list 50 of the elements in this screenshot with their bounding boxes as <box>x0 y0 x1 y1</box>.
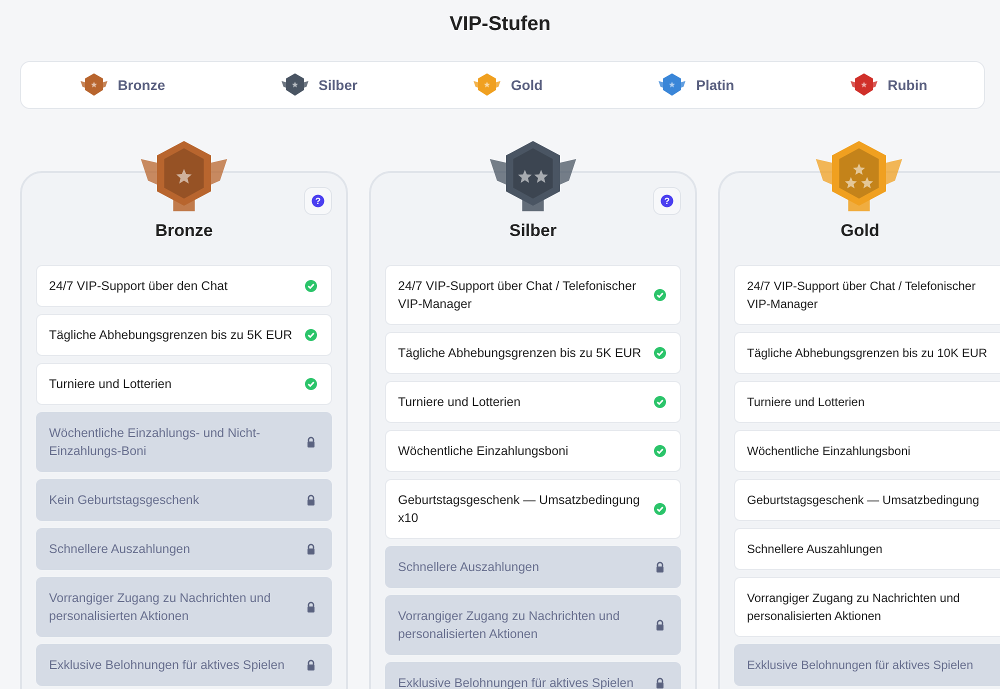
tier-tab[interactable]: Rubin <box>848 72 928 98</box>
perk-text: Exklusive Belohnungen für aktives Spielen <box>49 657 285 674</box>
tier-name: Silber <box>508 221 558 241</box>
check-icon <box>305 280 317 292</box>
check-icon <box>654 445 666 457</box>
perk-text: Schnellere Auszahlungen <box>398 559 540 576</box>
perk-text: 24/7 VIP-Support über Chat / Telefonischer VIP-Manager <box>747 278 977 313</box>
check-icon <box>654 503 666 515</box>
perk-text: Schnellere Auszahlungen <box>49 541 190 558</box>
perk-text: Wöchentliche Einzahlungsboni <box>747 443 910 460</box>
perk-text: Schnellere Auszahlungen <box>747 541 882 558</box>
perk-text: Tägliche Abhebungsgrenzen bis zu 10K EUR <box>747 345 988 362</box>
page-title: VIP-Stufen <box>448 12 552 37</box>
perk-text: Turniere und Lotterien <box>398 394 521 411</box>
lock-icon <box>305 494 317 506</box>
help-button[interactable]: ? <box>653 187 681 215</box>
perk-text: Vorrangiger Zugang zu Nachrichten und personalisierten Aktionen <box>49 590 272 625</box>
help-button[interactable]: ? <box>304 187 332 215</box>
tier-tab[interactable]: Gold <box>470 72 543 98</box>
perk-text: Kein Geburtstagsgeschenk <box>49 492 200 509</box>
perk-text: Turniere und Lotterien <box>49 376 172 393</box>
lock-icon <box>654 619 666 631</box>
perk-text: Turniere und Lotterien <box>747 394 865 411</box>
tier-name: Bronze <box>154 221 214 241</box>
check-icon <box>305 329 317 341</box>
lock-icon <box>305 543 317 555</box>
perk-text: Exklusive Belohnungen für aktives Spielen <box>747 657 974 674</box>
lock-icon <box>305 659 317 671</box>
check-icon <box>654 396 666 408</box>
tier-name: Gold <box>840 221 880 241</box>
perk-text: Wöchentliche Einzahlungs- und Nicht-Einzahlungs-Boni <box>49 425 262 460</box>
perk-text: Wöchentliche Einzahlungsboni <box>398 443 568 460</box>
lock-icon <box>305 436 317 448</box>
perk-text: Geburtstagsgeschenk — Umsatzbedingung <box>747 492 980 509</box>
check-icon <box>654 289 666 301</box>
perk-text: 24/7 VIP-Support über Chat / Telefonischer VIP-Manager <box>398 278 638 313</box>
lock-icon <box>654 677 666 689</box>
perk-text: Tägliche Abhebungsgrenzen bis zu 5K EUR <box>398 345 642 362</box>
tier-tab[interactable]: Silber <box>278 72 358 98</box>
perk-text: Geburtstagsgeschenk — Umsatzbedingung x10 <box>398 492 641 527</box>
check-icon <box>654 347 666 359</box>
perk-text: Vorrangiger Zugang zu Nachrichten und personalisierten Aktionen <box>747 590 961 625</box>
perk-text: Vorrangiger Zugang zu Nachrichten und personalisierten Aktionen <box>398 608 621 643</box>
lock-icon <box>654 561 666 573</box>
perk-text: Tägliche Abhebungsgrenzen bis zu 5K EUR <box>49 327 292 344</box>
tier-tab[interactable]: Platin <box>656 72 734 98</box>
lock-icon <box>305 601 317 613</box>
perk-text: 24/7 VIP-Support über den Chat <box>49 278 228 295</box>
check-icon <box>305 378 317 390</box>
tier-tab[interactable]: Bronze <box>78 72 166 98</box>
